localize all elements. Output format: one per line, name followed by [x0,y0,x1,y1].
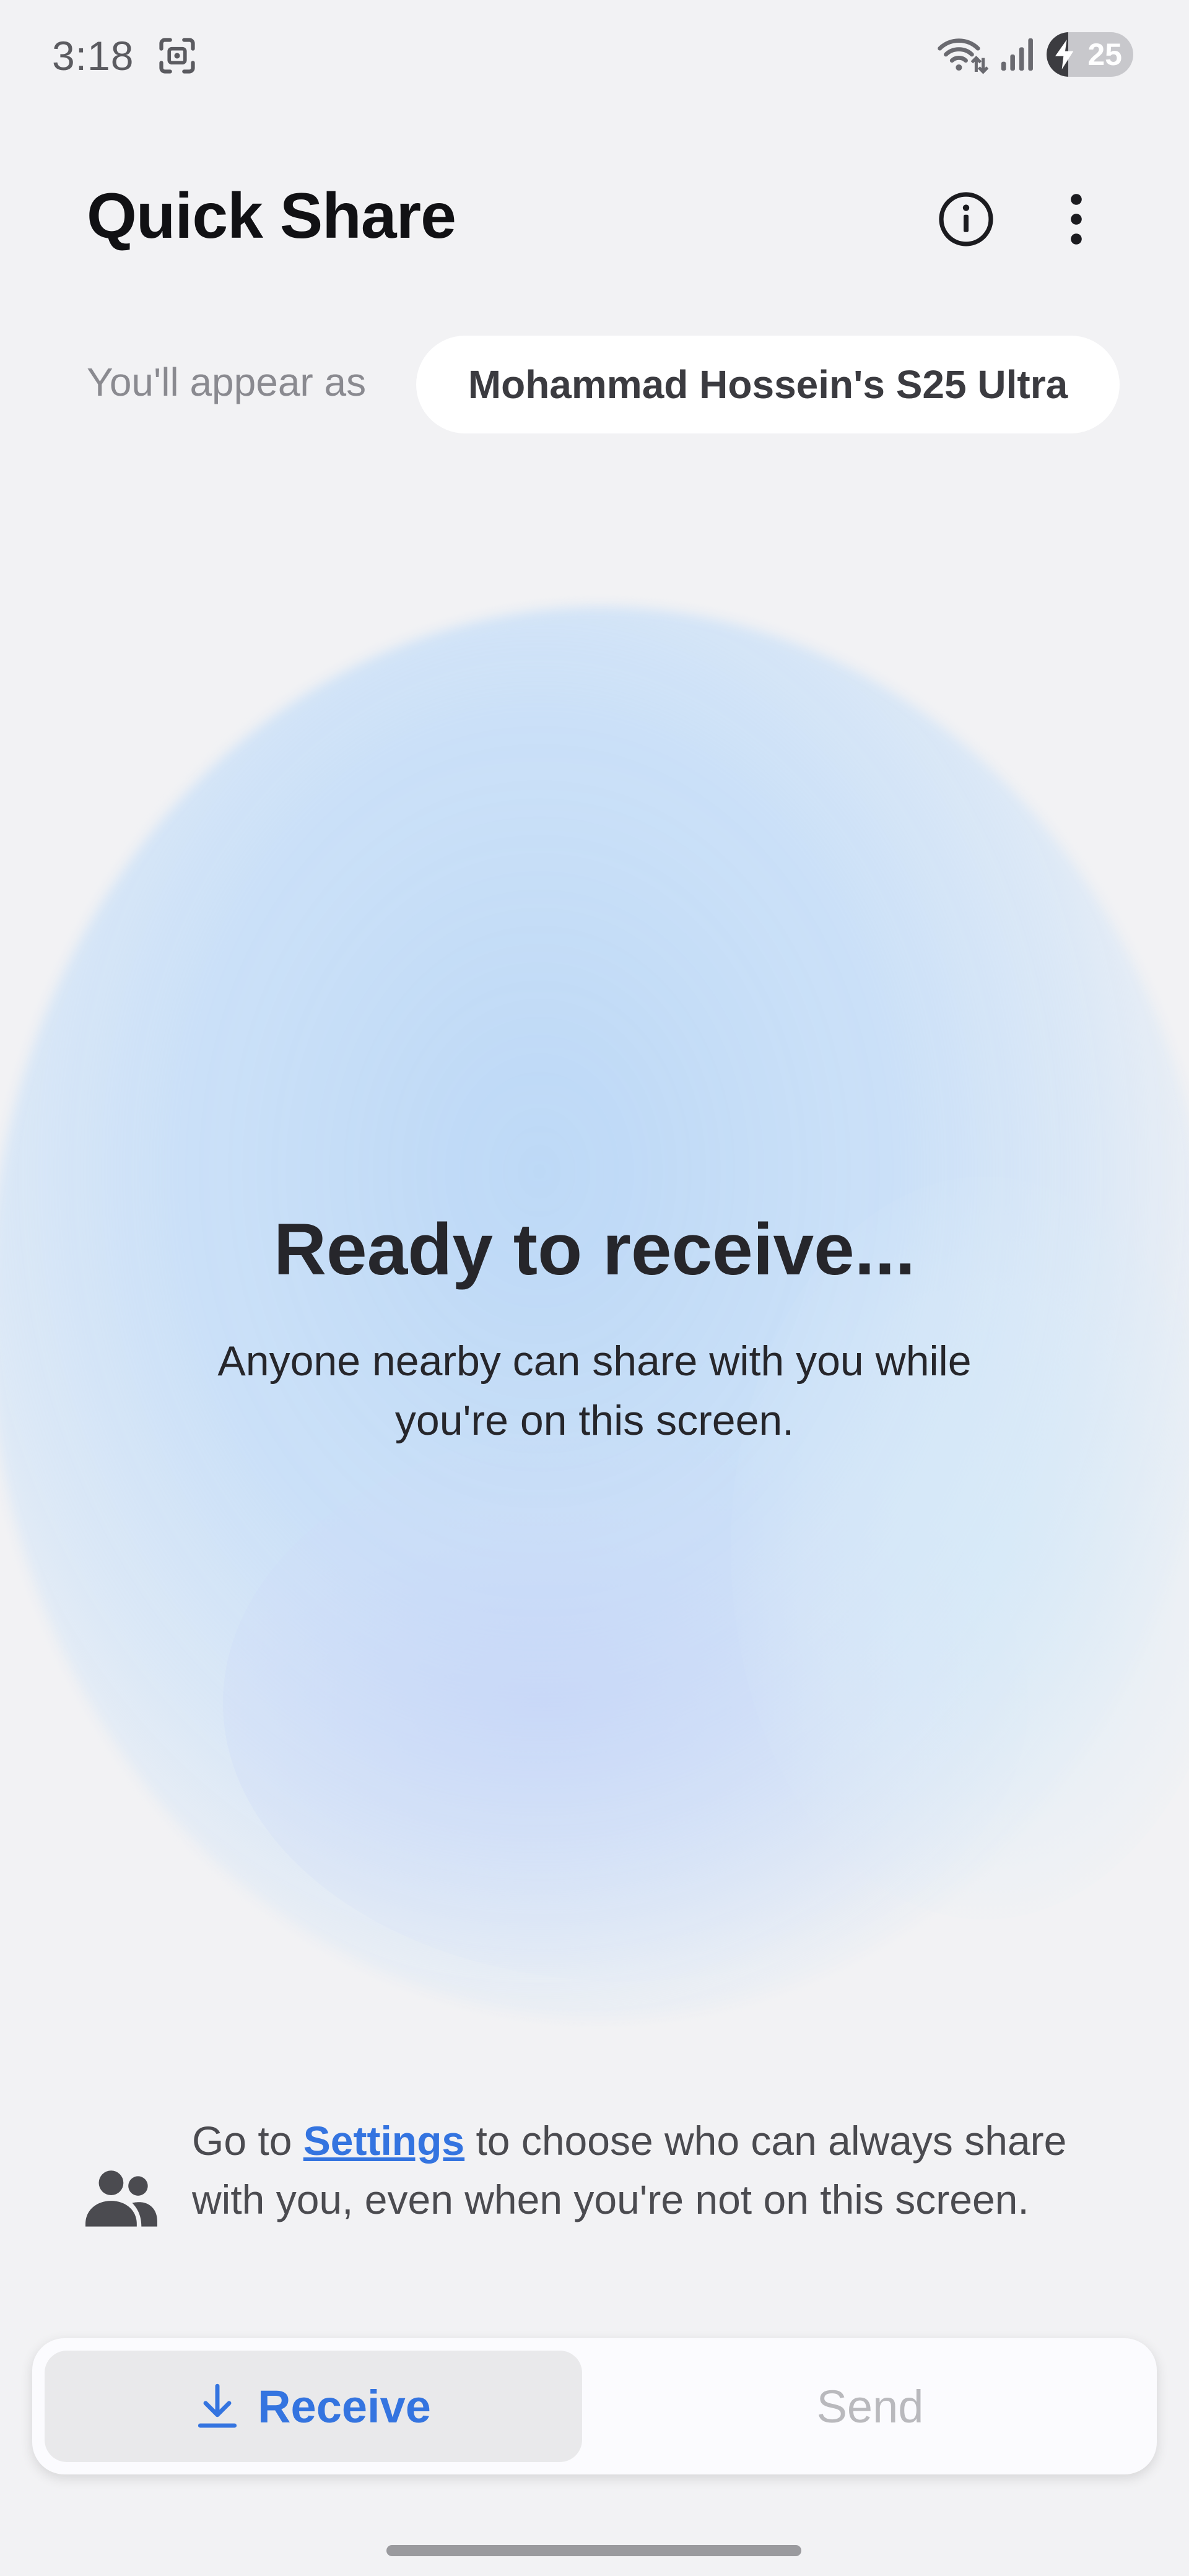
quick-share-screen: 3:18 25 Quick Share You'll appear as Moh… [0,0,1189,2576]
battery-icon: 25 [1047,32,1133,77]
more-vertical-icon [1071,194,1082,245]
status-time: 3:18 [52,33,134,79]
tab-send[interactable]: Send [596,2351,1144,2462]
home-indicator[interactable] [386,2545,801,2556]
charging-bolt-icon [1055,40,1074,69]
settings-hint: Go to Settings to choose who can always … [192,2112,1102,2229]
info-button[interactable] [933,186,1000,253]
tab-send-label: Send [816,2380,924,2432]
info-icon [939,192,993,246]
tab-receive-label: Receive [258,2380,431,2432]
screenshot-icon [159,38,195,74]
ready-title: Ready to receive... [273,1209,916,1290]
mode-tab-bar: Receive Send [32,2338,1157,2474]
status-icons: 25 [936,28,1133,80]
more-options-button[interactable] [1047,186,1106,253]
download-icon [198,2383,237,2428]
hint-prefix: Go to [192,2118,303,2164]
people-icon [85,2170,157,2227]
appear-as-label: You'll appear as [87,360,367,404]
settings-link[interactable]: Settings [303,2118,464,2164]
wifi-icon [938,38,988,74]
status-bar: 3:18 25 [0,0,1189,111]
tab-receive[interactable]: Receive [45,2351,582,2462]
page-title: Quick Share [87,180,456,252]
ready-subtitle: Anyone nearby can share with you while y… [217,1338,972,1444]
signal-icon [1001,38,1033,71]
device-name-button[interactable]: Mohammad Hossein's S25 Ultra [416,336,1120,433]
battery-percent: 25 [1087,37,1122,72]
